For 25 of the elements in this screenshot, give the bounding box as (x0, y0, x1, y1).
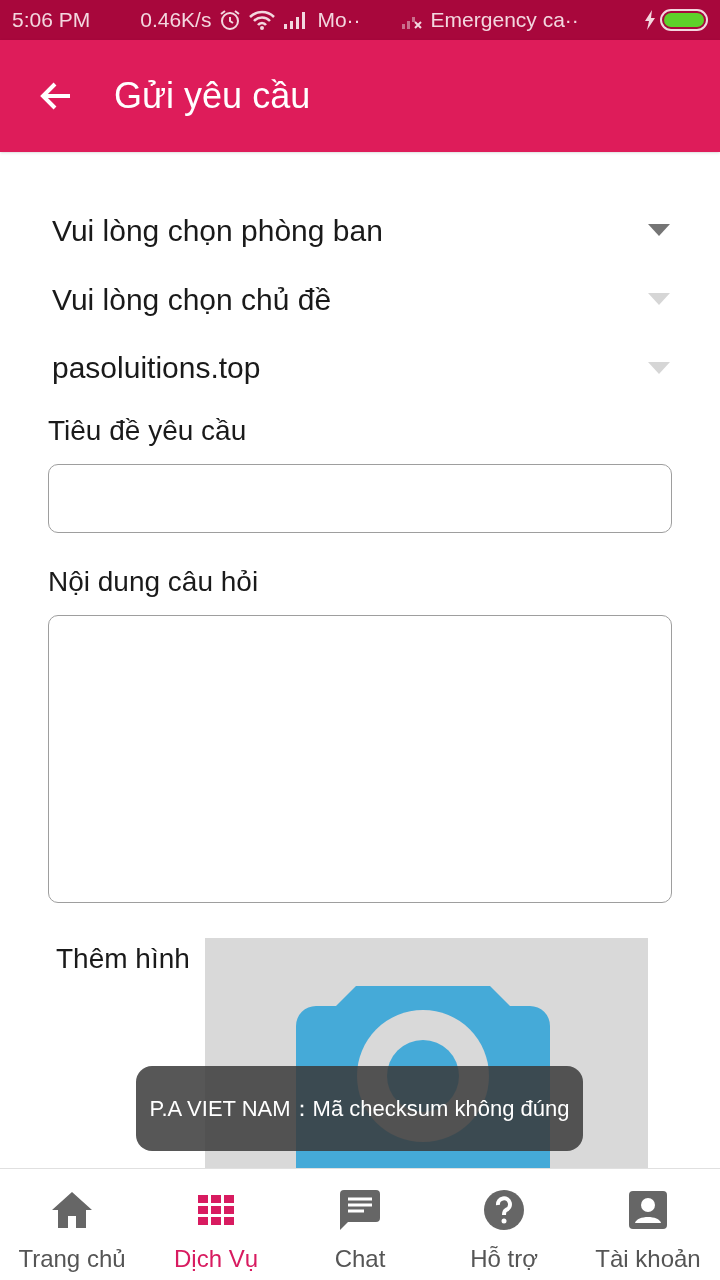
input-field[interactable] (48, 464, 672, 534)
nav-tab[interactable]: Dịch Vụ (144, 1169, 288, 1280)
field-label: Nội dung câu hỏi (48, 565, 260, 600)
nav-tab[interactable]: Chat (288, 1169, 432, 1280)
toast-message: P.A VIET NAM：Mã checksum không đúng (136, 1066, 583, 1151)
add-image-label: Thêm hình (56, 942, 190, 976)
network-speed: 0.46K/s (140, 7, 212, 34)
home-icon (52, 1192, 92, 1228)
page-title: Gửi yêu cầu (114, 74, 311, 118)
wifi-icon (249, 10, 276, 30)
field-label: Tiêu đề yêu cầu (48, 414, 248, 449)
status-time: 5:06 PM (12, 7, 91, 34)
nav-tab[interactable]: Hỗ trợ (432, 1169, 576, 1280)
account-icon (629, 1191, 667, 1229)
charging-icon (644, 10, 656, 30)
help-icon (484, 1190, 524, 1230)
dropdown[interactable]: Vui lòng chọn phòng ban (48, 196, 672, 265)
battery-icon (660, 9, 708, 31)
carrier-name: Mo·· (317, 7, 361, 34)
chat-icon (340, 1190, 380, 1230)
alarm-icon (219, 9, 242, 31)
nav-tab[interactable]: Trang chủ (0, 1169, 144, 1280)
nav-tab[interactable]: Tài khoản (576, 1169, 720, 1280)
grid-icon (198, 1195, 234, 1225)
carrier-name: Emergency ca·· (430, 7, 579, 34)
